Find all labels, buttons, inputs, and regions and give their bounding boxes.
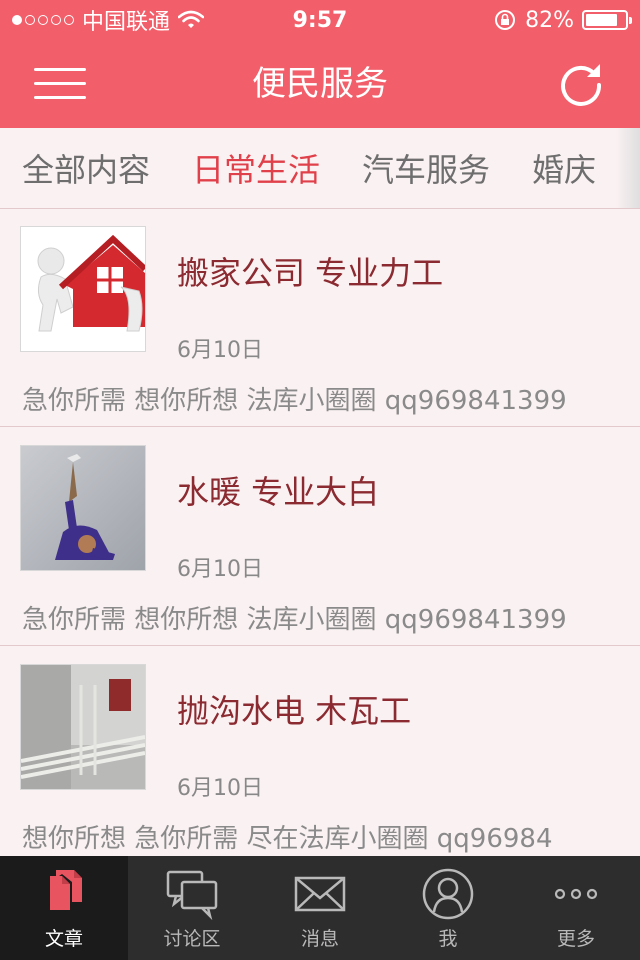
tabbar-item-articles[interactable]: 文章 <box>0 856 128 960</box>
wall-wiring-image <box>20 664 146 790</box>
rotation-lock-icon <box>495 10 516 30</box>
article-title: 搬家公司 专业力工 <box>177 254 444 292</box>
status-bar: 中国联通 9:57 82% <box>0 0 640 40</box>
article-date: 6月10日 <box>177 557 263 582</box>
tabs-scroll-fade <box>616 128 640 208</box>
nav-bar: 便民服务 <box>0 40 640 128</box>
envelope-icon <box>294 876 346 912</box>
wifi-icon <box>178 10 205 28</box>
article-description: 急你所需 想你所想 法库小圈圈 qq969841399 <box>22 605 567 635</box>
signal-strength-icon <box>12 15 74 25</box>
tab-daily-life[interactable]: 日常生活 <box>192 145 320 191</box>
moving-house-image <box>20 226 146 352</box>
article-list: 搬家公司 专业力工 6月10日 急你所需 想你所想 法库小圈圈 qq969841… <box>0 208 640 856</box>
tabbar-label: 文章 <box>44 928 83 950</box>
article-description: 想你所想 急你所需 尽在法库小圈圈 qq96984 <box>22 824 553 854</box>
tabbar-item-more[interactable]: 更多 <box>512 856 640 960</box>
carrier-label: 中国联通 <box>82 10 171 35</box>
tabbar-label: 更多 <box>556 928 595 950</box>
tabbar-item-messages[interactable]: 消息 <box>256 856 384 960</box>
tab-wedding[interactable]: 婚庆 <box>532 145 596 191</box>
status-right: 82% <box>493 7 632 33</box>
status-left: 中国联通 <box>12 4 205 36</box>
user-icon <box>422 868 474 920</box>
page-title: 便民服务 <box>252 64 388 104</box>
refresh-button[interactable] <box>556 60 606 110</box>
battery-percent: 82% <box>525 7 574 33</box>
article-description: 急你所需 想你所想 法库小圈圈 qq969841399 <box>22 386 567 416</box>
article-date: 6月10日 <box>177 338 263 363</box>
tabbar-label: 讨论区 <box>163 928 221 950</box>
battery-icon <box>582 10 632 30</box>
tabbar-item-discussion[interactable]: 讨论区 <box>128 856 256 960</box>
ceiling-painting-image <box>20 445 146 571</box>
article-date: 6月10日 <box>177 776 263 801</box>
category-tabs: 全部内容 日常生活 汽车服务 婚庆 <box>0 128 640 209</box>
tab-all[interactable]: 全部内容 <box>22 145 150 191</box>
app-screen: 中国联通 9:57 82% 便民服务 全部内容 日常生活 汽车服务 婚庆 搬家公… <box>0 0 640 960</box>
list-item[interactable]: 水暖 专业大白 6月10日 急你所需 想你所想 法库小圈圈 qq96984139… <box>0 427 640 646</box>
tabbar-item-me[interactable]: 我 <box>384 856 512 960</box>
list-item[interactable]: 搬家公司 专业力工 6月10日 急你所需 想你所想 法库小圈圈 qq969841… <box>0 208 640 427</box>
list-item[interactable]: 抛沟水电 木瓦工 6月10日 想你所想 急你所需 尽在法库小圈圈 qq96984 <box>0 646 640 856</box>
tabbar-label: 消息 <box>300 928 339 950</box>
article-title: 水暖 专业大白 <box>177 473 380 511</box>
tab-car-service[interactable]: 汽车服务 <box>362 145 490 191</box>
tabbar-label: 我 <box>438 928 458 950</box>
more-dots-icon <box>554 888 598 900</box>
article-title: 抛沟水电 木瓦工 <box>177 692 412 730</box>
bottom-tab-bar: 文章 讨论区 消息 我 更多 <box>0 856 640 960</box>
chat-bubbles-icon <box>166 870 218 921</box>
refresh-icon <box>561 64 602 106</box>
article-icon <box>50 870 82 910</box>
battery-fill <box>586 14 617 26</box>
